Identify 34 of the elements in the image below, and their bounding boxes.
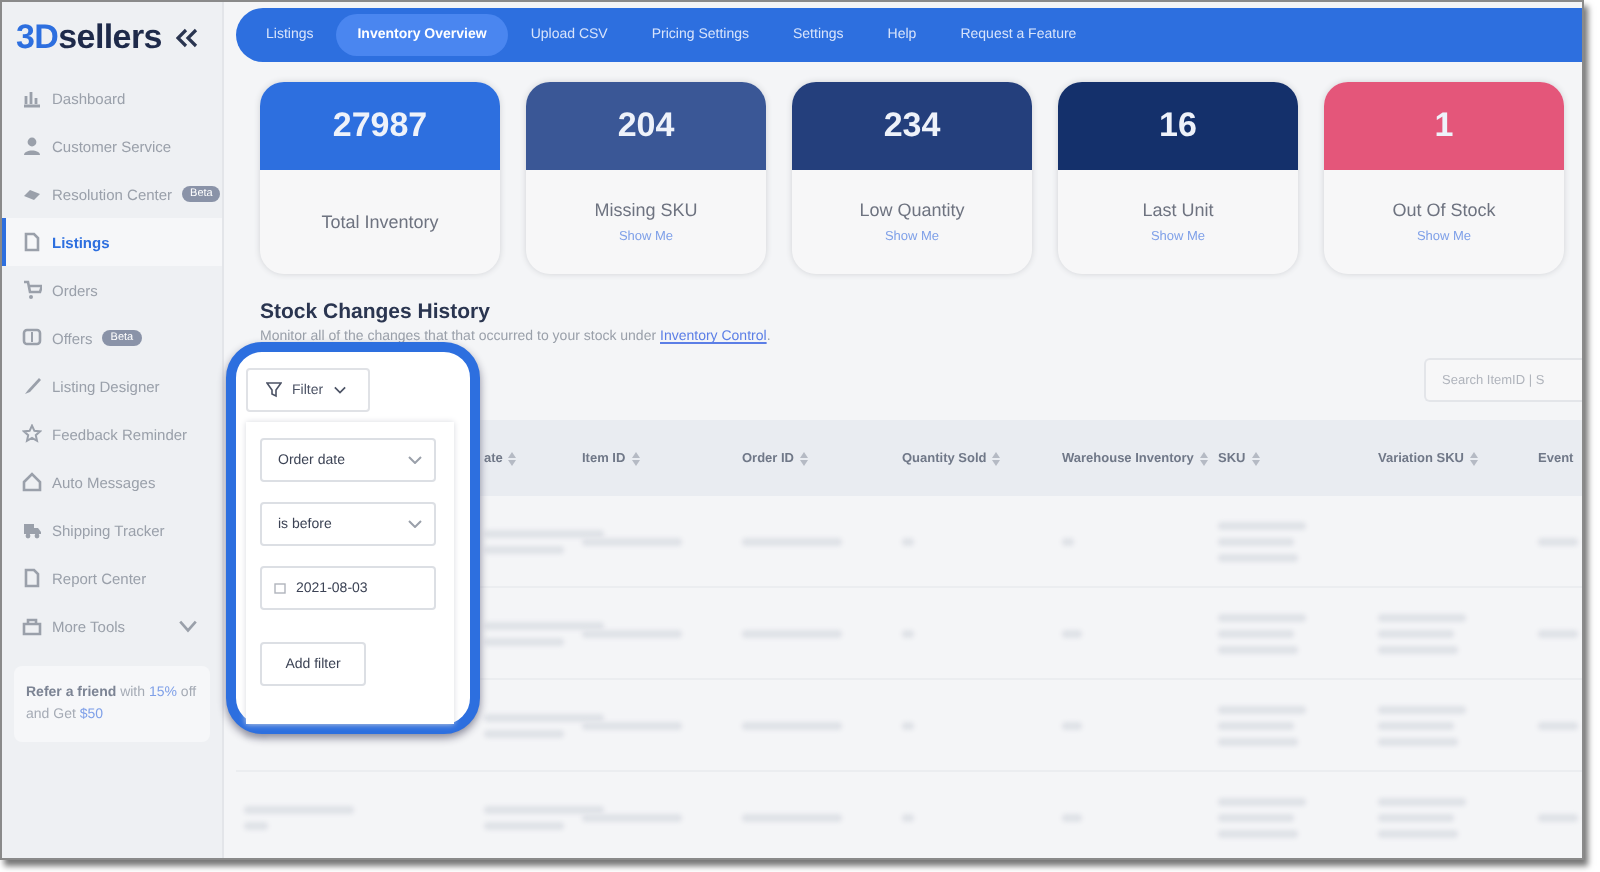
stat-label: Low Quantity (859, 200, 965, 220)
person-icon (22, 136, 42, 156)
chevron-down-icon[interactable] (408, 456, 422, 464)
stat-label: Out Of Stock (1392, 200, 1496, 220)
stat-label: Missing SKU (594, 200, 698, 220)
star-icon (22, 424, 42, 444)
stat-value: 1 (1324, 82, 1564, 170)
funnel-icon (266, 382, 282, 398)
stat-value: 27987 (260, 82, 500, 170)
bar-chart-icon (22, 88, 42, 108)
section-title: Stock Changes History (260, 300, 492, 324)
sort-icon[interactable] (1251, 451, 1260, 465)
stat-value: 16 (1058, 82, 1298, 170)
stat-label: Total Inventory (321, 212, 439, 232)
document-icon (22, 568, 42, 588)
sort-icon[interactable] (800, 451, 809, 465)
truck-icon (22, 520, 42, 540)
cart-icon (22, 280, 42, 300)
sort-icon[interactable] (508, 451, 517, 465)
toolbox-icon (22, 616, 42, 636)
sort-icon[interactable] (631, 451, 640, 465)
calendar-icon (274, 582, 286, 594)
sort-icon[interactable] (992, 451, 1001, 465)
chevron-down-icon[interactable] (408, 520, 422, 528)
brush-icon (22, 376, 42, 396)
chevron-down-icon (333, 386, 346, 394)
sort-icon[interactable] (1469, 451, 1478, 465)
document-icon (22, 232, 42, 252)
collapse-icon[interactable] (176, 28, 198, 48)
chevron-down-icon[interactable] (178, 616, 198, 636)
logo: 3Dsellers (16, 18, 162, 58)
stat-value: 234 (792, 82, 1032, 170)
stat-label: Last Unit (1142, 200, 1214, 220)
stat-value: 204 (526, 82, 766, 170)
